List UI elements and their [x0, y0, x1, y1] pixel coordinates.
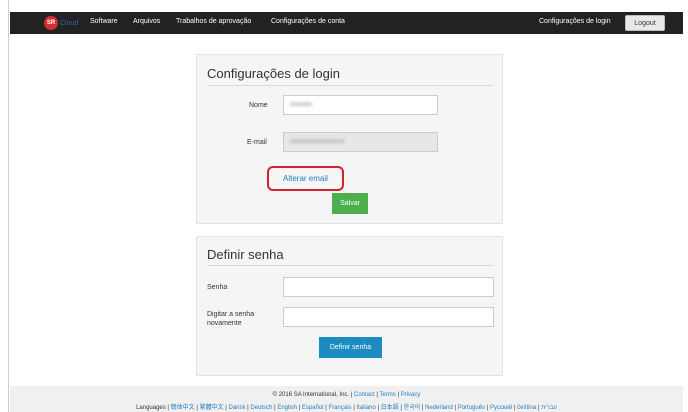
password-label: Senha: [207, 284, 228, 291]
password-input[interactable]: [283, 277, 494, 297]
confirm-password-label: Digitar a senha novamente: [207, 311, 255, 327]
language-link[interactable]: Nederland: [425, 405, 453, 411]
privacy-link[interactable]: Privacy: [401, 392, 421, 398]
sa-logo-icon: SR: [44, 16, 58, 30]
language-link[interactable]: Português: [458, 405, 485, 411]
language-link[interactable]: 한국어: [404, 405, 421, 411]
login-settings-title: Configurações de login: [207, 66, 340, 81]
language-link[interactable]: Deutsch: [250, 405, 272, 411]
language-link[interactable]: English: [277, 405, 297, 411]
footer-separator: |: [397, 392, 400, 398]
name-value-redacted: ■■■■■■: [290, 102, 312, 108]
name-label: Nome: [249, 102, 268, 109]
footer-separator: |: [376, 392, 378, 398]
name-input[interactable]: ■■■■■■: [283, 95, 438, 115]
nav-arquivos[interactable]: Arquivos: [133, 18, 160, 25]
language-link[interactable]: Русский: [490, 405, 512, 411]
password-panel: Definir senha Senha Digitar a senha nova…: [196, 236, 503, 376]
page-footer: © 2016 SA International, Inc. | Contact …: [10, 386, 683, 412]
email-value-redacted: ■■■■■■■■■■■■■■■: [290, 139, 345, 145]
language-link[interactable]: 簡体中文: [171, 405, 195, 411]
panel-divider: [207, 265, 493, 266]
set-password-button[interactable]: Definir senha: [319, 337, 382, 358]
top-navbar: SR Cloud Software Arquivos Trabalhos de …: [10, 12, 683, 34]
footer-copyright-line: © 2016 SA International, Inc. | Contact …: [10, 392, 683, 398]
languages-label: Languages |: [136, 405, 169, 411]
confirm-password-input[interactable]: [283, 307, 494, 327]
email-input: ■■■■■■■■■■■■■■■: [283, 132, 438, 152]
brand-text: Cloud: [60, 19, 79, 27]
save-button[interactable]: Salvar: [332, 193, 368, 214]
login-settings-panel: Configurações de login Nome ■■■■■■ E-mai…: [196, 54, 503, 224]
nav-configuracoes-de-conta[interactable]: Configurações de conta: [271, 18, 345, 25]
password-panel-title: Definir senha: [207, 247, 284, 262]
language-link[interactable]: עברית: [541, 405, 557, 411]
nav-trabalhos-de-aprovacao[interactable]: Trabalhos de aprovação: [176, 18, 251, 25]
contact-link[interactable]: Contact: [354, 392, 375, 398]
language-link[interactable]: 繁體中文: [200, 405, 224, 411]
copyright-text: © 2016 SA International, Inc. |: [272, 392, 353, 398]
nav-software[interactable]: Software: [90, 18, 118, 25]
language-link[interactable]: Español: [302, 405, 324, 411]
footer-languages-line: Languages | 簡体中文 | 繁體中文 | Dansk | Deutsc…: [10, 402, 683, 411]
languages-list: 簡体中文 | 繁體中文 | Dansk | Deutsch | English …: [171, 405, 557, 411]
panel-divider: [207, 85, 493, 86]
brand-logo-link[interactable]: SR Cloud: [44, 16, 78, 30]
language-link[interactable]: čeština: [517, 405, 536, 411]
logout-button[interactable]: Logout: [625, 15, 665, 31]
terms-link[interactable]: Terms: [379, 392, 395, 398]
window-left-border: [0, 0, 9, 412]
email-label: E-mail: [247, 139, 267, 146]
change-email-link[interactable]: Alterar email: [283, 174, 328, 183]
language-link[interactable]: 日本語: [381, 405, 399, 411]
nav-configuracoes-de-login[interactable]: Configurações de login: [539, 18, 611, 25]
language-link[interactable]: Français: [329, 405, 352, 411]
language-link[interactable]: Italiano: [356, 405, 375, 411]
language-link[interactable]: Dansk: [229, 405, 246, 411]
